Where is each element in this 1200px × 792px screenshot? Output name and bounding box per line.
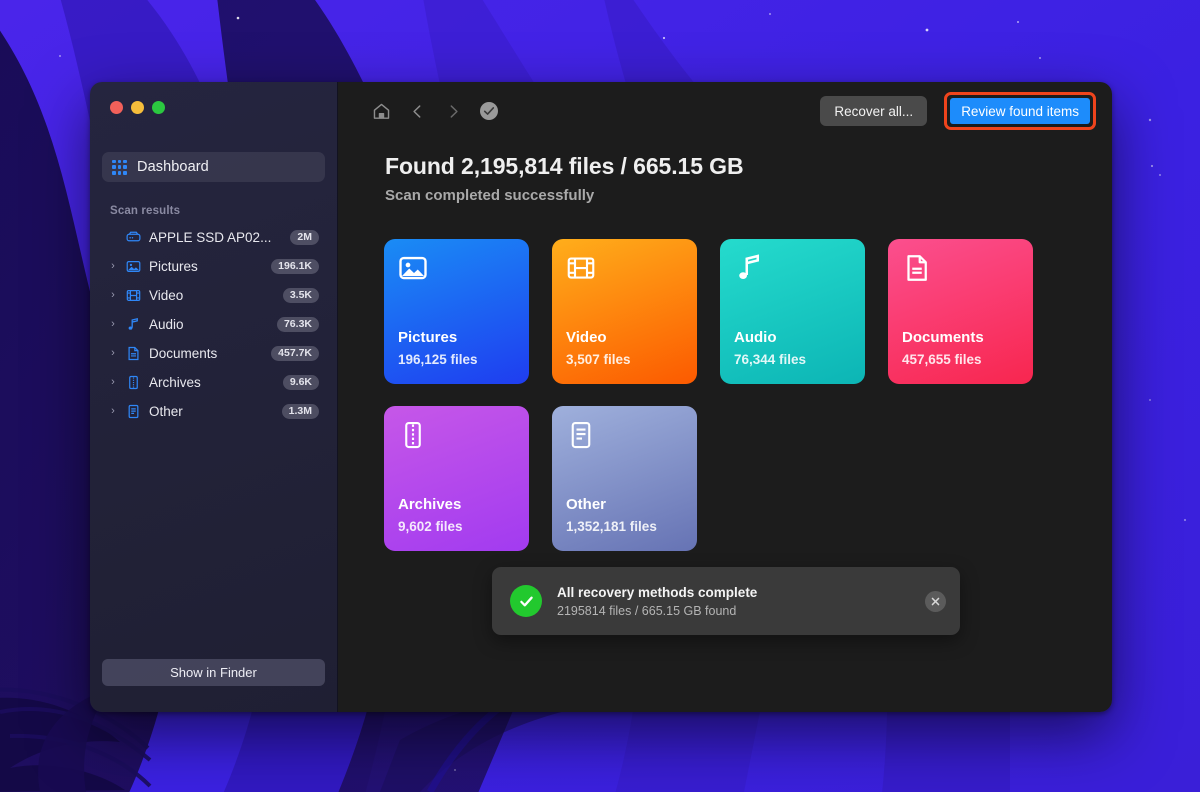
film-icon xyxy=(124,288,143,303)
headline: Found 2,195,814 files / 665.15 GB Scan c… xyxy=(338,140,1112,204)
tile-count: 1,352,181 files xyxy=(566,519,657,534)
toast-notification: All recovery methods complete 2195814 fi… xyxy=(492,567,960,635)
tile-documents[interactable]: Documents 457,655 files xyxy=(888,239,1033,384)
close-window-button[interactable] xyxy=(110,101,123,114)
chevron-right-icon[interactable]: › xyxy=(106,406,120,417)
main-content: Recover all... Review found items Found … xyxy=(338,82,1112,712)
tile-count: 9,602 files xyxy=(398,519,463,534)
sidebar-item-badge: 1.3M xyxy=(281,403,319,420)
toolbar: Recover all... Review found items xyxy=(338,82,1112,140)
music-note-icon xyxy=(124,317,143,332)
tile-name: Audio xyxy=(734,329,777,346)
film-icon xyxy=(566,253,596,288)
sidebar-item-audio[interactable]: › Audio 76.3K xyxy=(102,310,325,339)
tile-count: 76,344 files xyxy=(734,352,807,367)
tile-archives[interactable]: Archives 9,602 files xyxy=(384,406,529,551)
sidebar-item-label: Other xyxy=(149,404,183,419)
sidebar-item-apple-ssd[interactable]: › APPLE SSD AP02... 2M xyxy=(102,223,325,252)
toast-text: All recovery methods complete 2195814 fi… xyxy=(557,585,910,618)
sidebar-item-archives[interactable]: › Archives 9.6K xyxy=(102,368,325,397)
sidebar-item-label: Audio xyxy=(149,317,184,332)
window-controls xyxy=(102,82,325,128)
success-check-icon xyxy=(510,585,542,617)
sidebar-item-label: Archives xyxy=(149,375,201,390)
sidebar-item-label: Documents xyxy=(149,346,218,361)
tile-pictures[interactable]: Pictures 196,125 files xyxy=(384,239,529,384)
sidebar-item-badge: 196.1K xyxy=(271,258,319,275)
sidebar-item-badge: 2M xyxy=(290,229,319,246)
chevron-right-icon[interactable]: › xyxy=(106,290,120,301)
disk-icon xyxy=(124,230,143,245)
tile-audio[interactable]: Audio 76,344 files xyxy=(720,239,865,384)
desktop-background: Dashboard Scan results › APPLE SSD AP02.… xyxy=(0,0,1200,792)
check-circle-icon[interactable] xyxy=(471,94,507,128)
back-button[interactable] xyxy=(399,94,435,128)
other-file-icon xyxy=(124,404,143,419)
grid-icon xyxy=(112,159,127,175)
tile-name: Documents xyxy=(902,329,984,346)
tile-name: Pictures xyxy=(398,329,458,346)
picture-icon xyxy=(124,259,143,274)
minimize-window-button[interactable] xyxy=(131,101,144,114)
toast-title: All recovery methods complete xyxy=(557,584,758,600)
picture-icon xyxy=(398,253,428,288)
sidebar-item-label: APPLE SSD AP02... xyxy=(149,230,272,245)
sidebar-section-header: Scan results xyxy=(110,205,181,217)
tile-count: 457,655 files xyxy=(902,352,982,367)
chevron-right-icon[interactable]: › xyxy=(106,348,120,359)
home-icon[interactable] xyxy=(363,94,399,128)
sidebar-item-badge: 3.5K xyxy=(282,287,319,304)
sidebar-item-label: Dashboard xyxy=(137,159,209,175)
document-icon xyxy=(902,253,932,288)
toast-subtitle: 2195814 files / 665.15 GB found xyxy=(557,603,737,618)
document-icon xyxy=(124,346,143,361)
sidebar-item-label: Video xyxy=(149,288,184,303)
page-title: Found 2,195,814 files / 665.15 GB xyxy=(385,153,744,179)
chevron-right-icon[interactable]: › xyxy=(106,377,120,388)
tile-count: 3,507 files xyxy=(566,352,631,367)
music-note-icon xyxy=(734,253,764,288)
close-icon[interactable] xyxy=(925,590,946,612)
chevron-right-icon[interactable]: › xyxy=(106,261,120,272)
sidebar-item-badge: 457.7K xyxy=(271,345,319,362)
review-found-items-highlight: Review found items xyxy=(944,92,1096,130)
sidebar-item-dashboard[interactable]: Dashboard xyxy=(102,152,325,182)
sidebar-item-video[interactable]: › Video 3.5K xyxy=(102,281,325,310)
sidebar-item-badge: 76.3K xyxy=(276,316,319,333)
archive-icon xyxy=(124,375,143,390)
sidebar: Dashboard Scan results › APPLE SSD AP02.… xyxy=(90,82,338,712)
sidebar-item-other[interactable]: › Other 1.3M xyxy=(102,397,325,426)
tile-count: 196,125 files xyxy=(398,352,478,367)
sidebar-item-badge: 9.6K xyxy=(282,374,319,391)
category-tiles: Pictures 196,125 files Video 3,507 files xyxy=(338,204,1112,551)
sidebar-item-label: Pictures xyxy=(149,259,198,274)
tile-other[interactable]: Other 1,352,181 files xyxy=(552,406,697,551)
tile-video[interactable]: Video 3,507 files xyxy=(552,239,697,384)
review-found-items-button[interactable]: Review found items xyxy=(950,98,1090,124)
sidebar-item-documents[interactable]: › Documents 457.7K xyxy=(102,339,325,368)
tile-name: Other xyxy=(566,496,607,513)
app-window: Dashboard Scan results › APPLE SSD AP02.… xyxy=(90,82,1112,712)
show-in-finder-button[interactable]: Show in Finder xyxy=(102,659,325,686)
recover-all-button[interactable]: Recover all... xyxy=(820,96,928,126)
forward-button[interactable] xyxy=(435,94,471,128)
sidebar-item-pictures[interactable]: › Pictures 196.1K xyxy=(102,252,325,281)
tile-name: Video xyxy=(566,329,607,346)
zoom-window-button[interactable] xyxy=(152,101,165,114)
other-file-icon xyxy=(566,420,596,455)
page-subtitle: Scan completed successfully xyxy=(385,187,595,204)
archive-icon xyxy=(398,420,428,455)
chevron-right-icon[interactable]: › xyxy=(106,319,120,330)
tile-name: Archives xyxy=(398,496,462,513)
